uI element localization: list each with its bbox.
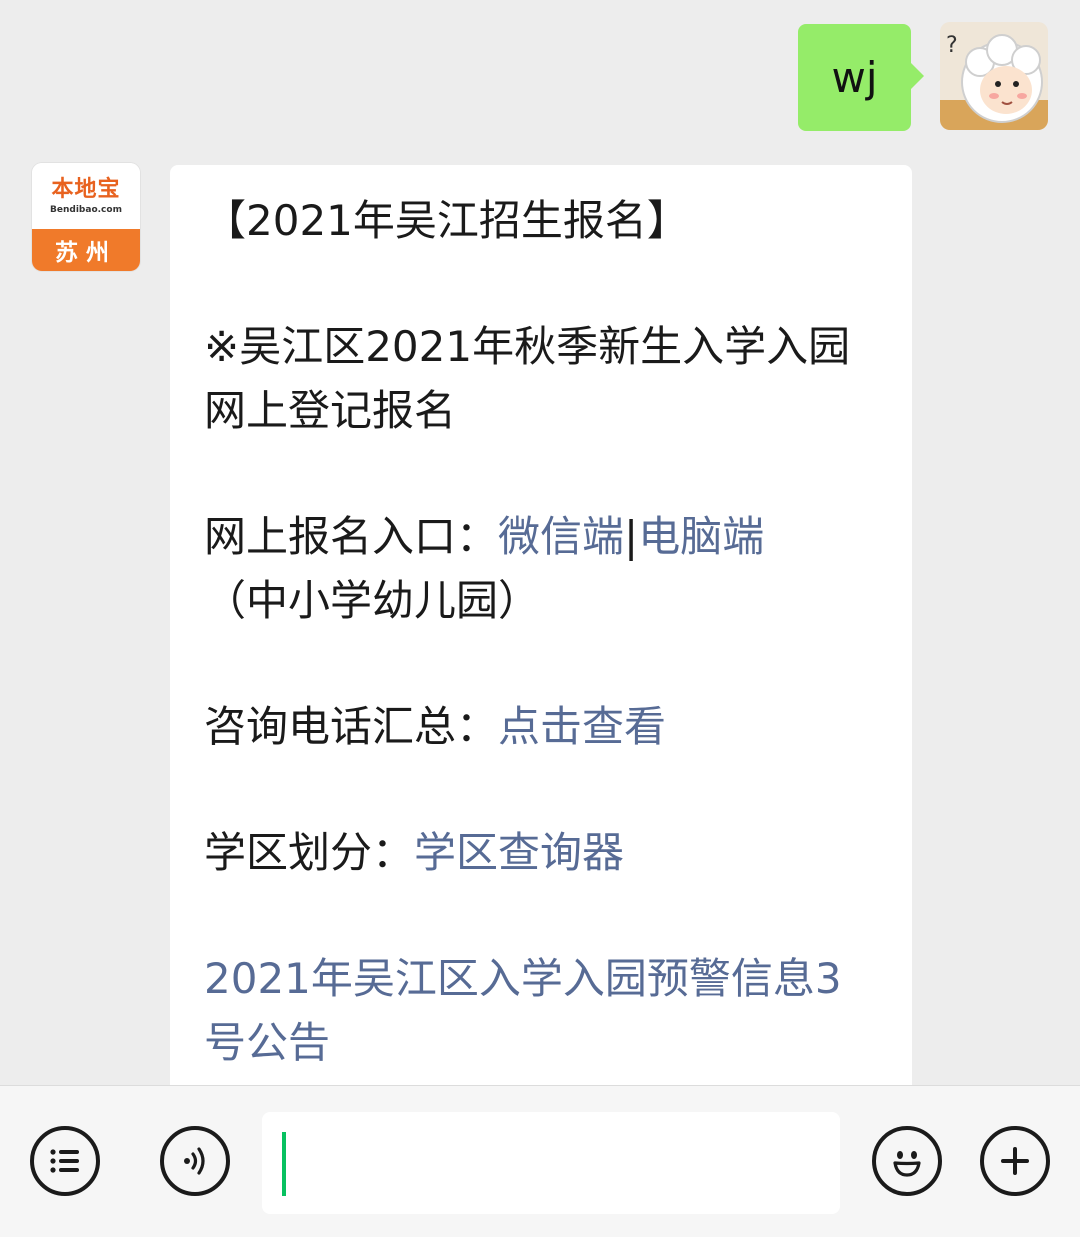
menu-button[interactable]: [30, 1126, 100, 1196]
entry-label: 网上报名入口：: [204, 512, 499, 561]
message-heading: 【2021年吴江招生报名】: [204, 196, 689, 245]
voice-button[interactable]: [160, 1126, 230, 1196]
sheep-cartoon-avatar-icon: ?: [940, 22, 1048, 130]
logo-top-area: 本地宝 Bendibao.com: [32, 163, 140, 229]
voice-icon: [184, 1147, 205, 1175]
outgoing-message-bubble[interactable]: wj: [798, 24, 924, 131]
text-caret: [282, 1132, 286, 1196]
smiley-icon: [893, 1151, 921, 1177]
more-button[interactable]: [980, 1126, 1050, 1196]
message-input[interactable]: [262, 1112, 840, 1214]
phone-paragraph: 咨询电话汇总：点击查看: [204, 695, 878, 759]
pc-entry-link[interactable]: 电脑端: [638, 512, 764, 561]
entry-separator: |: [624, 512, 639, 561]
entry-scope: （中小学幼儿园）: [204, 576, 541, 625]
incoming-message-bubble: 【2021年吴江招生报名】 ※吴江区2021年秋季新生入学入园网上登记报名 网上…: [170, 165, 912, 1125]
chat-input-bar: [0, 1085, 1080, 1237]
logo-city: 苏州: [32, 229, 140, 271]
user-avatar[interactable]: ?: [940, 22, 1048, 130]
entry-paragraph: 网上报名入口：微信端|电脑端 （中小学幼儿园）: [204, 505, 878, 633]
warning-notice-link[interactable]: 2021年吴江区入学入园预警信息3号公告: [204, 954, 842, 1067]
svg-text:?: ?: [946, 33, 958, 58]
phone-link[interactable]: 点击查看: [498, 702, 666, 751]
district-paragraph: 学区划分：学区查询器: [204, 821, 878, 885]
outgoing-message-text: wj: [831, 53, 878, 102]
logo-url: Bendibao.com: [50, 204, 122, 215]
emoji-button[interactable]: [872, 1126, 942, 1196]
district-label: 学区划分：: [204, 828, 415, 877]
warning-paragraph: 2021年吴江区入学入园预警信息3号公告: [204, 947, 878, 1075]
bendibao-account-avatar[interactable]: 本地宝 Bendibao.com 苏州: [32, 163, 140, 271]
district-lookup-link[interactable]: 学区查询器: [414, 828, 624, 877]
phone-label: 咨询电话汇总：: [204, 702, 499, 751]
logo-title: 本地宝: [51, 176, 121, 202]
wechat-entry-link[interactable]: 微信端: [498, 512, 624, 561]
plus-icon: [1001, 1147, 1029, 1175]
message-notice: ※吴江区2021年秋季新生入学入园网上登记报名: [204, 322, 851, 435]
list-menu-icon: [50, 1149, 79, 1173]
